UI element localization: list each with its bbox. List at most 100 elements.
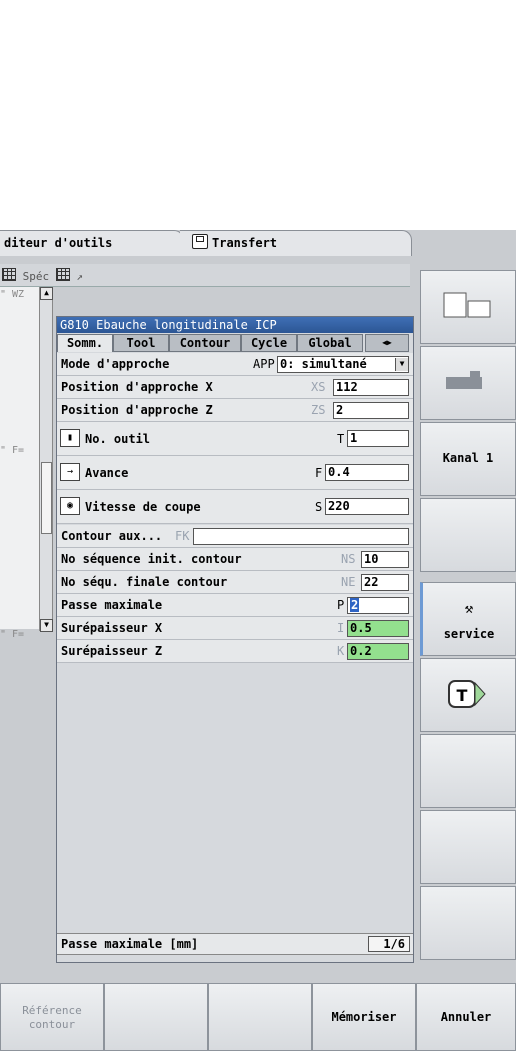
row-tool-number: ▮ No. outil T 1 [57, 422, 413, 456]
field-label: Position d'approche X [61, 380, 213, 394]
row-aux-contour: Contour aux... FK [57, 525, 413, 548]
row-allowance-x: Surépaisseur X I 0.5 [57, 617, 413, 640]
field-label: Contour aux... [61, 529, 163, 543]
status-bar: Passe maximale [mm] 1/6 [57, 933, 413, 955]
scroll-thumb[interactable] [41, 462, 52, 534]
select-value: 0: simultané [280, 357, 367, 371]
max-pass-value: 2 [350, 598, 360, 612]
tool-holder-button[interactable] [420, 346, 516, 420]
param-code: T [337, 432, 345, 446]
spec-label: Spéc [22, 270, 50, 283]
tab-tool[interactable]: Tool [113, 334, 169, 352]
grid-icon [55, 268, 70, 281]
vertical-scrollbar[interactable]: ▲ ▼ [39, 287, 53, 632]
save-label: Mémoriser [331, 1010, 397, 1024]
tab-global[interactable]: Global [297, 334, 363, 352]
vertical-softkeys: Kanal 1 ⚒ service T [416, 256, 516, 981]
param-code: P [337, 598, 345, 612]
param-code: F [315, 466, 323, 480]
scroll-down-icon[interactable]: ▼ [40, 619, 53, 632]
empty-softkey[interactable] [420, 886, 516, 960]
row-cutting-speed: ◉ Vitesse de coupe S 220 [57, 490, 413, 524]
start-sequence-input[interactable]: 10 [361, 551, 409, 568]
param-code: NS [341, 552, 356, 566]
row-feed: → Avance F 0.4 [57, 456, 413, 490]
program-header: Spéc ↗ [0, 264, 410, 287]
horizontal-softkeys: Référence contour Mémoriser Annuler [0, 979, 516, 1051]
empty-softkey[interactable] [420, 734, 516, 808]
tool-table-button[interactable]: T [420, 658, 516, 732]
scroll-up-icon[interactable]: ▲ [40, 287, 53, 300]
save-button[interactable]: Mémoriser [312, 983, 416, 1051]
empty-softkey[interactable] [104, 983, 208, 1051]
cnc-screen: diteur d'outils Transfert Spéc ↗ " WZ " … [0, 230, 516, 1051]
cancel-label: Annuler [440, 1010, 492, 1024]
empty-softkey[interactable] [420, 498, 516, 572]
spindle-icon: ◉ [60, 497, 80, 515]
field-label: Position d'approche Z [61, 403, 213, 417]
field-label: Mode d'approche [61, 357, 170, 371]
feed-input[interactable]: 0.4 [325, 464, 409, 481]
grid-icon [2, 268, 16, 281]
approach-mode-select[interactable]: 0: simultané ▼ [277, 356, 409, 373]
list-item: " WZ [0, 289, 25, 300]
status-text: Passe maximale [mm] [61, 937, 199, 951]
row-end-sequence: No séqu. finale contour NE 22 [57, 571, 413, 594]
tab-bar: diteur d'outils Transfert [0, 230, 416, 256]
arrow-label: ↗ [76, 270, 83, 283]
param-code: S [315, 500, 323, 514]
row-max-pass: Passe maximale P 2 [57, 594, 413, 617]
row-approach-z: Position d'approche Z ZS 2 [57, 399, 413, 422]
tab-somm[interactable]: Somm. [57, 334, 113, 352]
param-code: NE [341, 575, 356, 589]
param-code: ZS [311, 403, 326, 417]
end-sequence-input[interactable]: 22 [361, 574, 409, 591]
allowance-x-input[interactable]: 0.5 [347, 620, 409, 637]
reference-label-2: contour [28, 1018, 76, 1031]
machine-icon [443, 292, 491, 318]
tab-label: diteur d'outils [4, 236, 113, 250]
field-label: No séquence init. contour [61, 552, 242, 566]
feed-icon: → [60, 463, 80, 481]
page-indicator: 1/6 [368, 936, 410, 952]
cancel-button[interactable]: Annuler [416, 983, 516, 1051]
service-label: service [443, 627, 495, 641]
reference-label: Référence [22, 1004, 82, 1017]
max-pass-input[interactable]: 2 [347, 597, 409, 614]
param-code: I [337, 621, 345, 635]
aux-contour-input[interactable] [193, 528, 409, 545]
field-label: Surépaisseur Z [61, 644, 163, 658]
chevron-down-icon[interactable]: ▼ [395, 358, 408, 371]
tool-holder-icon [446, 371, 482, 389]
row-approach-x: Position d'approche X XS 112 [57, 376, 413, 399]
reference-contour-button[interactable]: Référence contour [0, 983, 104, 1051]
channel-button[interactable]: Kanal 1 [420, 422, 516, 496]
dialog-tabs: Somm. Tool Contour Cycle Global ◀▶ [57, 334, 413, 352]
field-label: Avance [85, 466, 129, 480]
empty-softkey[interactable] [208, 983, 312, 1051]
approach-x-input[interactable]: 112 [333, 379, 409, 396]
cutting-speed-input[interactable]: 220 [325, 498, 409, 515]
tab-tool-editor[interactable]: diteur d'outils [0, 230, 184, 256]
tool-number-input[interactable]: 1 [347, 430, 409, 447]
spec-indicator: Spéc ↗ [2, 268, 83, 283]
machine-view-button[interactable] [420, 270, 516, 344]
dialog-title: G810 Ebauche longitudinale ICP [57, 317, 413, 333]
empty-softkey[interactable] [420, 810, 516, 884]
allowance-z-input[interactable]: 0.2 [347, 643, 409, 660]
tool-icon: ▮ [60, 429, 80, 447]
field-label: No séqu. finale contour [61, 575, 228, 589]
param-code: K [337, 644, 345, 658]
tab-transfer[interactable]: Transfert [180, 230, 412, 256]
tab-cycle[interactable]: Cycle [241, 334, 297, 352]
tab-label: Transfert [212, 236, 278, 250]
param-code: FK [175, 529, 190, 543]
tab-scroll-arrows-icon[interactable]: ◀▶ [365, 334, 409, 352]
tab-contour[interactable]: Contour [169, 334, 241, 352]
approach-z-input[interactable]: 2 [333, 402, 409, 419]
wrench-icon: ⚒ [464, 601, 474, 617]
field-label: No. outil [85, 432, 151, 446]
service-button[interactable]: ⚒ service [420, 582, 516, 656]
field-label: Vitesse de coupe [85, 500, 201, 514]
cycle-dialog: G810 Ebauche longitudinale ICP Somm. Too… [56, 316, 414, 963]
